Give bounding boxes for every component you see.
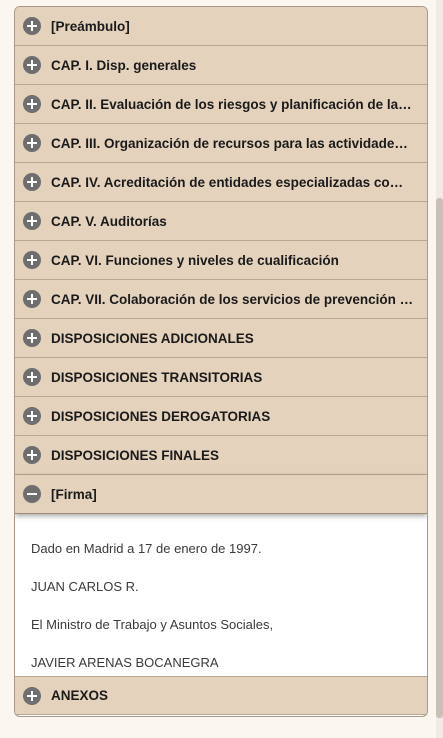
section-preambulo[interactable]: [Preámbulo]	[15, 7, 427, 46]
expand-icon	[23, 290, 41, 308]
expand-icon	[23, 17, 41, 35]
accordion-panel: [Preámbulo] CAP. I. Disp. generales CAP.…	[14, 6, 428, 717]
section-cap-3[interactable]: CAP. III. Organización de recursos para …	[15, 124, 427, 163]
firma-line-date: Dado en Madrid a 17 de enero de 1997.	[31, 541, 262, 556]
expand-icon	[23, 407, 41, 425]
section-anexos[interactable]: ANEXOS	[15, 676, 427, 715]
scrollbar-thumb[interactable]	[436, 198, 443, 718]
section-label: CAP. III. Organización de recursos para …	[51, 135, 415, 151]
expand-icon	[23, 446, 41, 464]
section-label: DISPOSICIONES FINALES	[51, 447, 220, 463]
section-firma[interactable]: [Firma]	[15, 475, 427, 514]
section-cap-1[interactable]: CAP. I. Disp. generales	[15, 46, 427, 85]
section-disposiciones-derogatorias[interactable]: DISPOSICIONES DEROGATORIAS	[15, 397, 427, 436]
section-disposiciones-finales[interactable]: DISPOSICIONES FINALES	[15, 436, 427, 475]
section-label: CAP. I. Disp. generales	[51, 57, 197, 73]
expand-icon	[23, 329, 41, 347]
firma-line-minister-title: El Ministro de Trabajo y Asuntos Sociale…	[31, 617, 274, 632]
expand-icon	[23, 368, 41, 386]
section-cap-5[interactable]: CAP. V. Auditorías	[15, 202, 427, 241]
section-label: [Preámbulo]	[51, 18, 130, 34]
section-label: CAP. II. Evaluación de los riesgos y pla…	[51, 96, 415, 112]
section-disposiciones-transitorias[interactable]: DISPOSICIONES TRANSITORIAS	[15, 358, 427, 397]
section-firma-content: Dado en Madrid a 17 de enero de 1997. JU…	[15, 514, 427, 676]
expand-icon	[23, 173, 41, 191]
firma-line-minister-name: JAVIER ARENAS BOCANEGRA	[31, 655, 219, 670]
section-disposiciones-adicionales[interactable]: DISPOSICIONES ADICIONALES	[15, 319, 427, 358]
firma-line-king: JUAN CARLOS R.	[31, 579, 139, 594]
section-label: DISPOSICIONES TRANSITORIAS	[51, 369, 263, 385]
section-label: CAP. VII. Colaboración de los servicios …	[51, 291, 415, 307]
section-label: CAP. IV. Acreditación de entidades espec…	[51, 174, 415, 190]
section-label: ANEXOS	[51, 688, 109, 703]
section-cap-2[interactable]: CAP. II. Evaluación de los riesgos y pla…	[15, 85, 427, 124]
section-label: DISPOSICIONES ADICIONALES	[51, 330, 254, 346]
section-label: [Firma]	[51, 486, 97, 502]
section-label: CAP. VI. Funciones y niveles de cualific…	[51, 252, 339, 268]
section-cap-4[interactable]: CAP. IV. Acreditación de entidades espec…	[15, 163, 427, 202]
section-label: DISPOSICIONES DEROGATORIAS	[51, 408, 271, 424]
expand-icon	[23, 686, 41, 705]
section-cap-7[interactable]: CAP. VII. Colaboración de los servicios …	[15, 280, 427, 319]
expand-icon	[23, 134, 41, 152]
section-label: CAP. V. Auditorías	[51, 213, 167, 229]
expand-icon	[23, 56, 41, 74]
expand-icon	[23, 212, 41, 230]
scrollbar[interactable]	[436, 0, 443, 738]
expand-icon	[23, 95, 41, 113]
section-cap-6[interactable]: CAP. VI. Funciones y niveles de cualific…	[15, 241, 427, 280]
expand-icon	[23, 251, 41, 269]
collapse-icon	[23, 485, 41, 503]
